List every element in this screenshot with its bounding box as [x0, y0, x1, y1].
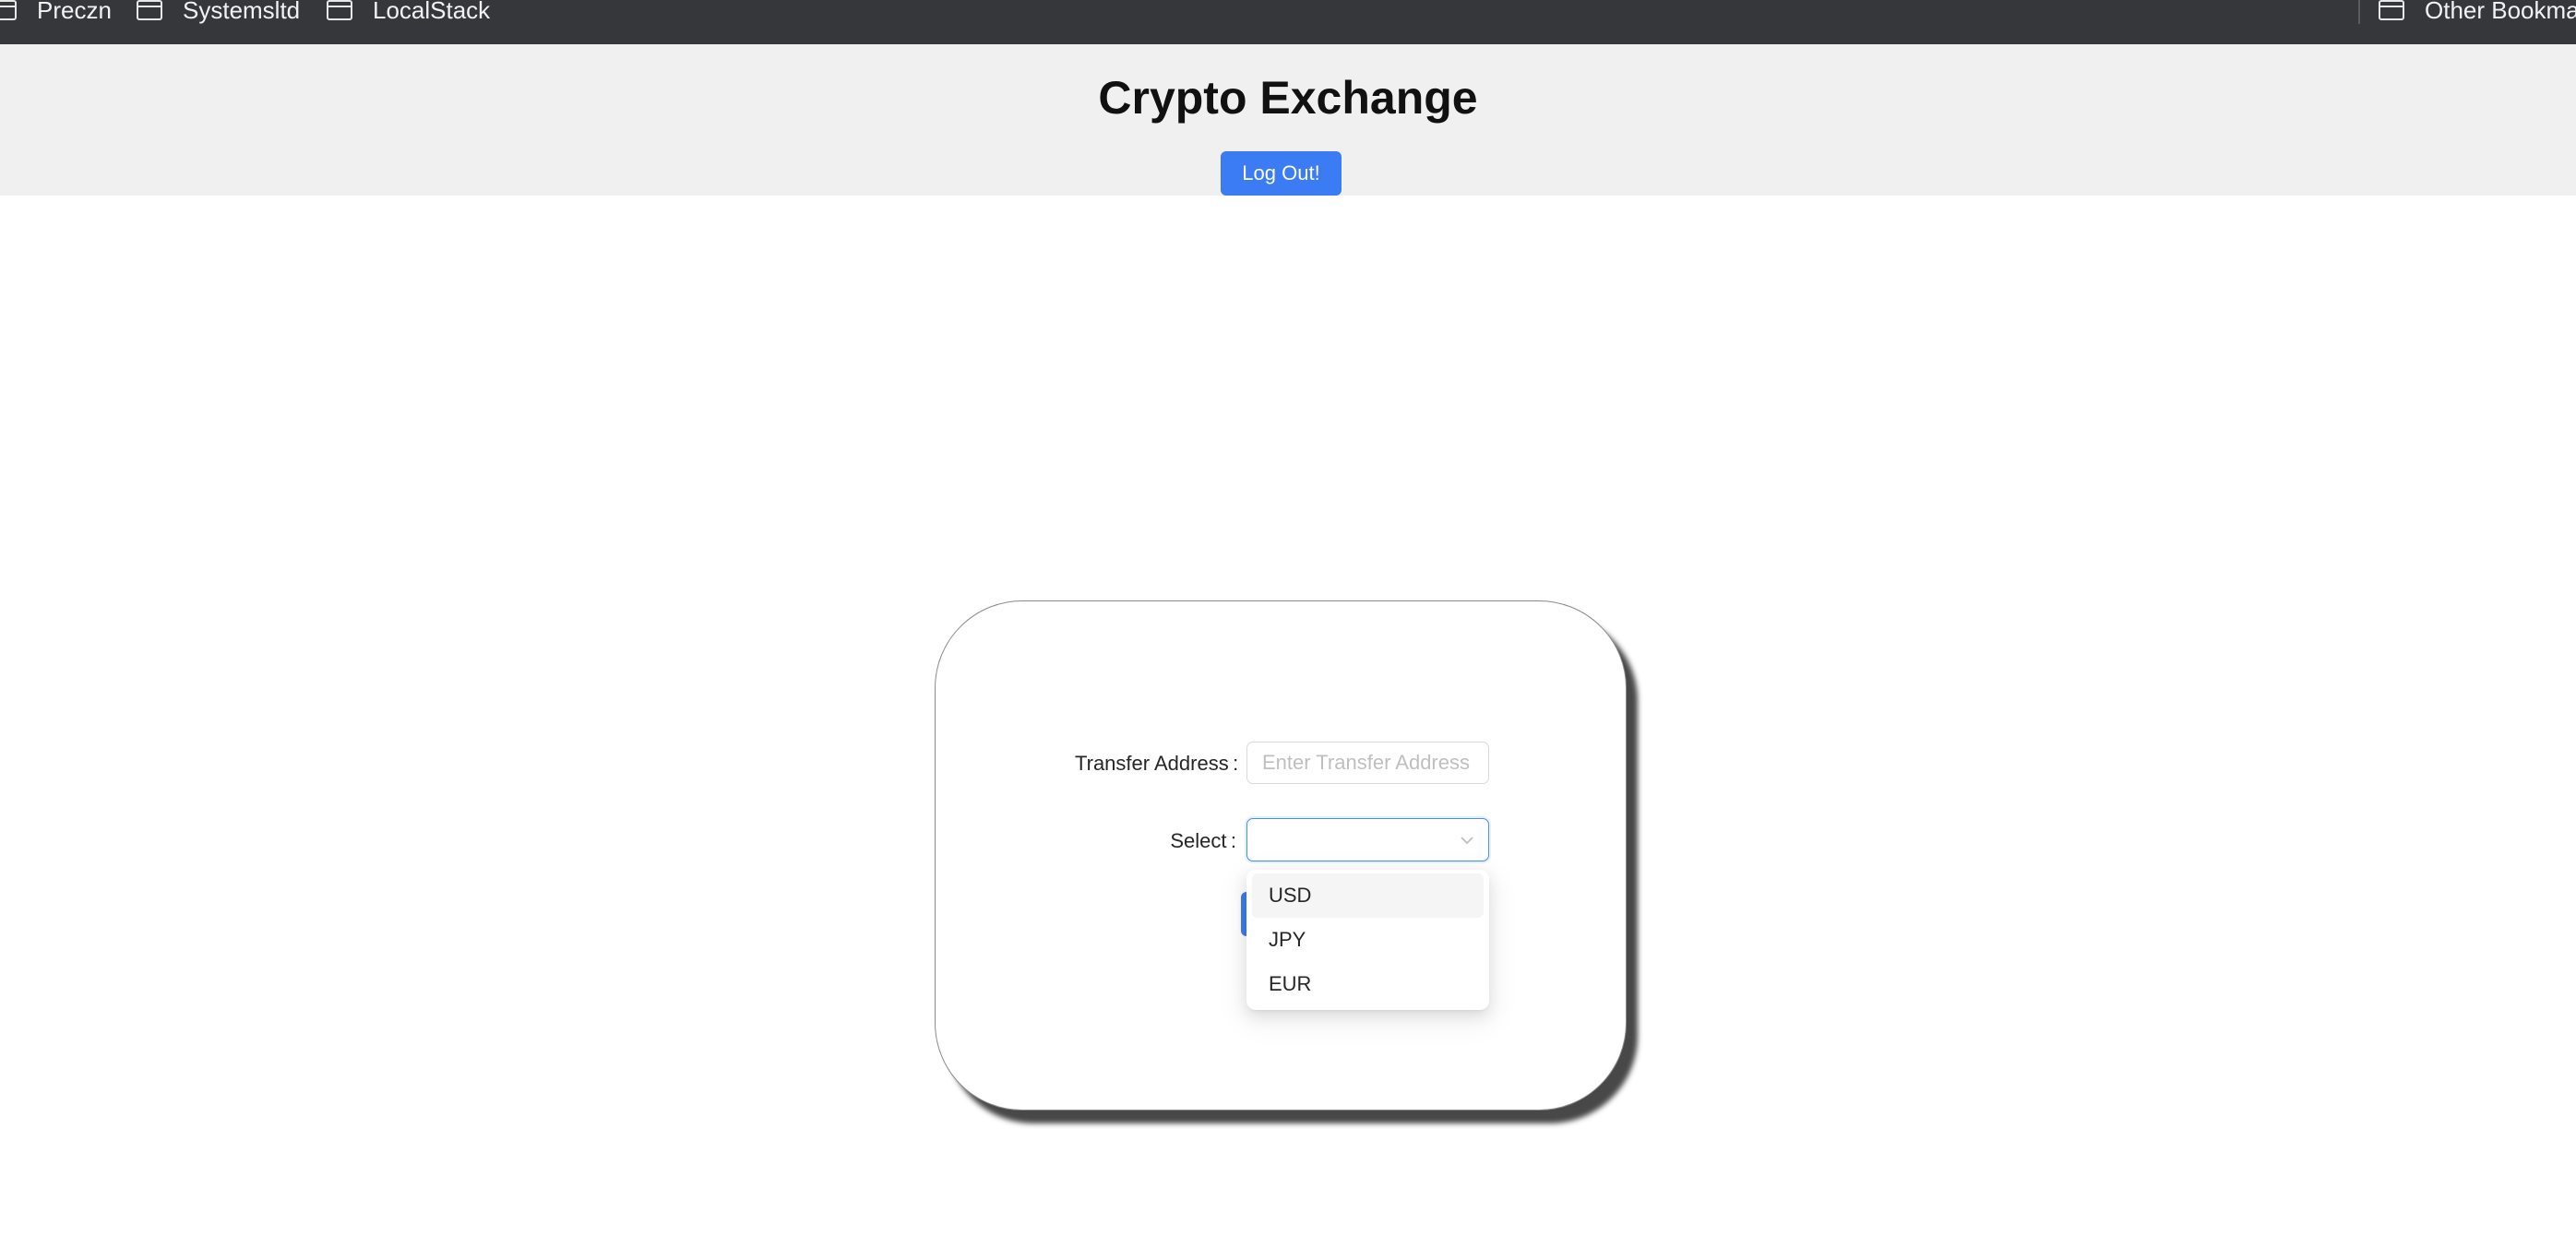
bookmarks-bar: Preczn Systemsltd LocalStack Other Bookm… [0, 0, 2576, 44]
currency-dropdown-menu: USD JPY EUR [1246, 870, 1489, 1010]
option-eur[interactable]: EUR [1252, 962, 1484, 1006]
folder-icon [137, 0, 162, 20]
bookmark-label: LocalStack [373, 0, 491, 24]
bookmarks-separator [2358, 0, 2360, 24]
bookmark-other-bookmarks[interactable]: Other Bookmarks [2379, 0, 2576, 24]
page-title: Crypto Exchange [1098, 72, 1478, 124]
bookmark-label: Systemsltd [183, 0, 301, 24]
option-usd[interactable]: USD [1252, 873, 1484, 918]
transfer-address-label: Transfer Address : [1075, 752, 1239, 775]
currency-select-label: Select : [1170, 829, 1236, 852]
currency-select[interactable] [1246, 818, 1489, 861]
app-header: Crypto Exchange Log Out! [0, 44, 2576, 196]
folder-icon [0, 0, 17, 20]
bookmark-label: Preczn [37, 0, 112, 24]
transfer-address-input[interactable] [1246, 742, 1489, 784]
option-jpy[interactable]: JPY [1252, 918, 1484, 962]
bookmark-label: Other Bookmarks [2425, 0, 2576, 24]
chevron-down-icon [1459, 832, 1475, 849]
bookmark-localstack[interactable]: LocalStack [327, 0, 491, 24]
bookmark-preczn[interactable]: Preczn [0, 0, 112, 24]
bookmark-systemsltd[interactable]: Systemsltd [137, 0, 301, 24]
logout-button[interactable]: Log Out! [1221, 151, 1342, 196]
folder-icon [327, 0, 352, 20]
folder-icon [2379, 0, 2404, 20]
